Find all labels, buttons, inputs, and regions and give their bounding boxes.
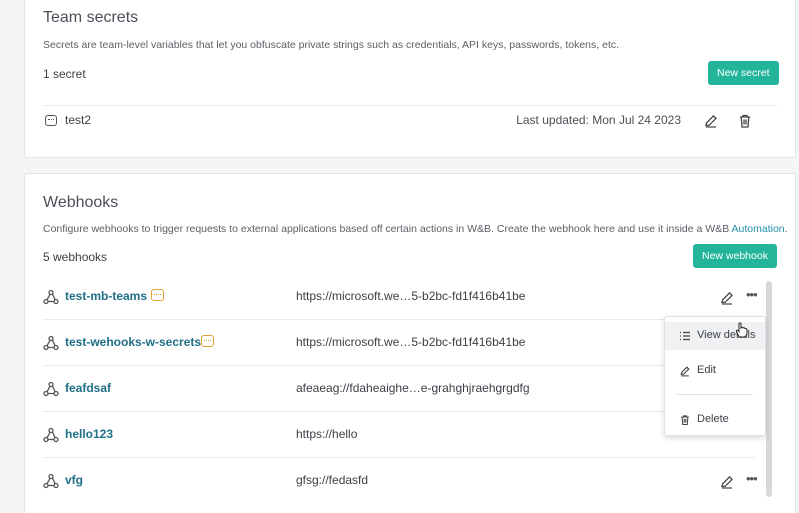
secret-badge-icon xyxy=(151,289,164,301)
webhook-row[interactable]: feafdsaf afeaeag://fdaheaighe…e-grahghjr… xyxy=(43,366,755,412)
webhook-row[interactable]: test-mb-teams https://microsoft.we…5-b2b… xyxy=(43,274,758,320)
secrets-count: 1 secret xyxy=(43,67,86,81)
webhook-icon xyxy=(43,473,59,489)
webhook-url: afeaeag://fdaheaighe…e-grahghjraehgrgdfg xyxy=(296,381,530,395)
edit-secret-icon[interactable] xyxy=(703,113,719,129)
edit-webhook-icon[interactable] xyxy=(719,474,735,490)
delete-secret-icon[interactable] xyxy=(737,113,753,129)
webhook-name[interactable]: hello123 xyxy=(65,427,113,441)
secret-icon xyxy=(45,115,57,126)
menu-item-label: Delete xyxy=(697,413,729,425)
webhook-url: https://microsoft.we…5-b2bc-fd1f416b41be xyxy=(296,289,526,303)
webhook-row[interactable]: hello123 https://hello xyxy=(43,412,755,458)
webhook-url: gfsg://fedasfd xyxy=(296,473,369,487)
team-secrets-card: Team secrets Secrets are team-level vari… xyxy=(24,0,796,158)
webhooks-title: Webhooks xyxy=(43,194,119,211)
webhook-icon xyxy=(43,381,59,397)
trash-icon xyxy=(681,415,689,426)
new-secret-button[interactable]: New secret xyxy=(708,61,779,85)
webhook-name[interactable]: test-wehooks-w-secrets xyxy=(65,335,201,349)
webhook-row[interactable]: test-wehooks-w-secrets https://microsoft… xyxy=(43,320,755,366)
team-secrets-title: Team secrets xyxy=(43,9,139,26)
webhook-icon xyxy=(43,289,59,305)
webhook-icon xyxy=(43,427,59,443)
menu-item-edit[interactable]: Edit xyxy=(665,357,765,385)
scrollbar[interactable] xyxy=(766,281,772,497)
team-secrets-description: Secrets are team-level variables that le… xyxy=(43,39,620,51)
webhook-name[interactable]: test-mb-teams xyxy=(65,289,147,303)
secret-row: test2 Last updated: Mon Jul 24 2023 xyxy=(43,105,777,137)
more-options-icon[interactable]: ••• xyxy=(746,472,758,486)
edit-icon xyxy=(680,366,690,377)
webhook-context-menu: View details Edit Delete xyxy=(664,316,766,436)
webhook-url: https://microsoft.we…5-b2bc-fd1f416b41be xyxy=(296,335,526,349)
webhooks-description: Configure webhooks to trigger requests t… xyxy=(43,223,788,235)
webhook-url: https://hello xyxy=(296,427,358,441)
new-webhook-button[interactable]: New webhook xyxy=(693,244,777,268)
automation-link[interactable]: Automation xyxy=(732,223,785,235)
webhook-icon xyxy=(43,335,59,351)
hand-cursor-icon xyxy=(735,322,748,338)
list-icon xyxy=(680,331,690,341)
menu-item-label: Edit xyxy=(697,364,716,376)
webhook-row[interactable]: vfg gfsg://fedasfd ••• xyxy=(43,458,758,504)
menu-divider xyxy=(677,394,753,395)
menu-item-delete[interactable]: Delete xyxy=(665,406,765,434)
webhook-name[interactable]: vfg xyxy=(65,473,83,487)
secret-badge-icon xyxy=(201,335,214,347)
webhooks-count: 5 webhooks xyxy=(43,250,108,264)
edit-webhook-icon[interactable] xyxy=(719,290,735,306)
webhooks-description-end: . xyxy=(784,223,788,235)
more-options-icon[interactable]: ••• xyxy=(746,288,758,302)
secret-name: test2 xyxy=(65,113,92,127)
menu-item-view-details[interactable]: View details xyxy=(665,322,765,350)
secret-last-updated: Last updated: Mon Jul 24 2023 xyxy=(516,113,681,127)
webhook-name[interactable]: feafdsaf xyxy=(65,381,111,395)
webhooks-description-text: Configure webhooks to trigger requests t… xyxy=(43,223,732,235)
